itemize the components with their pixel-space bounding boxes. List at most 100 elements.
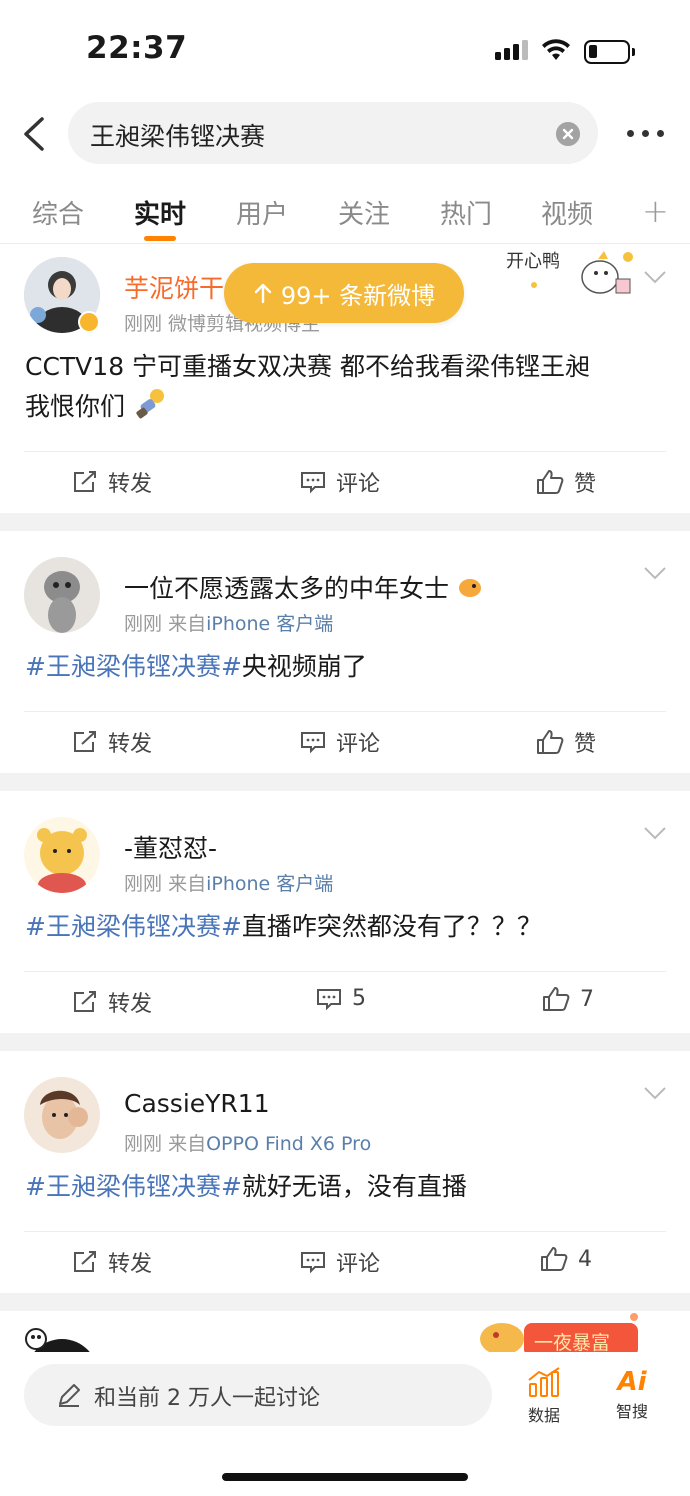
verified-badge-icon bbox=[78, 311, 100, 333]
topic-link[interactable]: #王昶梁伟铿决赛# bbox=[25, 912, 242, 941]
topic-link[interactable]: #王昶梁伟铿决赛# bbox=[25, 1172, 242, 1201]
search-query: 王昶梁伟铿决赛 bbox=[90, 122, 266, 151]
emoji-icon bbox=[136, 389, 164, 419]
thumbs-up-icon bbox=[537, 470, 564, 494]
like-button[interactable]: 赞 bbox=[536, 726, 596, 758]
promo-banner[interactable]: 一夜暴富 bbox=[474, 1311, 642, 1357]
data-button[interactable]: 数据 bbox=[514, 1366, 574, 1426]
pencil-icon bbox=[59, 1384, 80, 1407]
post-content: CCTV18 宁可重播女双决赛 都不给我看梁伟铿王昶 我恨你们 bbox=[25, 347, 665, 427]
more-options-icon[interactable] bbox=[627, 130, 664, 137]
tab-bar: 综合 实时 用户 关注 热门 视频 + bbox=[0, 180, 690, 244]
chevron-down-icon[interactable] bbox=[643, 1085, 667, 1101]
repost-button[interactable]: 转发 bbox=[72, 1246, 152, 1278]
tab-comprehensive[interactable]: 综合 bbox=[32, 194, 84, 231]
post-text: 央视频崩了 bbox=[241, 652, 367, 681]
wifi-icon bbox=[542, 39, 570, 60]
fish-emoji-icon bbox=[458, 579, 481, 597]
post-actions: 转发 5 7 bbox=[24, 971, 666, 1033]
ai-search-button[interactable]: Ai 智搜 bbox=[602, 1366, 662, 1422]
comment-count: 5 bbox=[352, 986, 366, 1011]
post-actions: 转发 评论 赞 bbox=[24, 451, 666, 513]
chevron-down-icon[interactable] bbox=[643, 825, 667, 841]
data-label: 数据 bbox=[527, 1406, 560, 1425]
repost-button[interactable]: 转发 bbox=[72, 986, 152, 1018]
post-meta: 刚刚 来自iPhone 客户端 bbox=[124, 613, 334, 635]
post-actions: 转发 评论 赞 bbox=[24, 711, 666, 773]
post-card[interactable]: 一位不愿透露太多的中年女士 刚刚 来自iPhone 客户端 #王昶梁伟铿决赛#央… bbox=[0, 531, 690, 773]
post-actions: 转发 评论 4 bbox=[24, 1231, 666, 1293]
thumbs-up-icon bbox=[543, 987, 570, 1011]
tab-hot[interactable]: 热门 bbox=[440, 194, 492, 231]
comment-button[interactable]: 评论 bbox=[300, 726, 380, 758]
cellular-signal-icon bbox=[495, 40, 528, 60]
post-content: #王昶梁伟铿决赛#央视频崩了 bbox=[25, 647, 665, 687]
repost-label: 转发 bbox=[108, 472, 153, 497]
status-bar: 22:37 bbox=[0, 0, 690, 100]
like-label: 赞 bbox=[574, 472, 597, 497]
avatar[interactable] bbox=[24, 557, 100, 633]
post-meta: 刚刚 来自iPhone 客户端 bbox=[124, 873, 334, 895]
avatar[interactable] bbox=[24, 817, 100, 893]
post-separator bbox=[0, 773, 690, 791]
post-text: 直播咋突然都没有了？？？ bbox=[241, 912, 542, 941]
clear-icon[interactable] bbox=[556, 122, 580, 146]
new-posts-button[interactable]: 99+ 条新微博 bbox=[224, 263, 464, 323]
comment-icon bbox=[301, 1252, 325, 1274]
promo-banner-text: 一夜暴富 bbox=[534, 1332, 610, 1354]
ai-icon: Ai bbox=[617, 1367, 647, 1397]
like-button[interactable]: 4 bbox=[540, 1246, 592, 1272]
repost-button[interactable]: 转发 bbox=[72, 726, 152, 758]
post-text: 就好无语，没有直播 bbox=[241, 1172, 467, 1201]
post-source[interactable]: iPhone 客户端 bbox=[206, 613, 333, 635]
post-source[interactable]: OPPO Find X6 Pro bbox=[206, 1133, 371, 1155]
author-name[interactable]: 芋泥饼干 bbox=[124, 269, 224, 305]
comment-button[interactable]: 评论 bbox=[300, 1246, 380, 1278]
avatar[interactable] bbox=[24, 1077, 100, 1153]
ai-label: 智搜 bbox=[615, 1402, 648, 1421]
post-source[interactable]: iPhone 客户端 bbox=[206, 873, 333, 895]
comment-icon bbox=[301, 472, 325, 494]
post-separator bbox=[0, 1033, 690, 1051]
chevron-down-icon[interactable] bbox=[643, 565, 667, 581]
tab-following[interactable]: 关注 bbox=[338, 194, 390, 231]
active-tab-indicator bbox=[144, 236, 176, 241]
like-count: 7 bbox=[580, 986, 594, 1012]
chevron-down-icon[interactable] bbox=[643, 269, 667, 285]
discuss-placeholder: 和当前 2 万人一起讨论 bbox=[94, 1386, 320, 1411]
post-text-line2: 我恨你们 bbox=[25, 392, 126, 421]
like-button[interactable]: 7 bbox=[542, 986, 594, 1012]
post-separator bbox=[0, 1293, 690, 1311]
sticker-text: 开心鸭 bbox=[506, 251, 560, 272]
post-card[interactable]: -董怼怼- 刚刚 来自iPhone 客户端 #王昶梁伟铿决赛#直播咋突然都没有了… bbox=[0, 791, 690, 1033]
add-tab-icon[interactable]: + bbox=[642, 192, 669, 230]
topic-link[interactable]: #王昶梁伟铿决赛# bbox=[25, 652, 242, 681]
bottom-bar: 和当前 2 万人一起讨论 数据 Ai 智搜 bbox=[0, 1352, 690, 1496]
home-indicator bbox=[222, 1473, 468, 1481]
like-button[interactable]: 赞 bbox=[536, 466, 596, 498]
author-name[interactable]: CassieYR11 bbox=[124, 1089, 270, 1118]
comment-icon bbox=[317, 988, 341, 1010]
tab-video[interactable]: 视频 bbox=[541, 194, 593, 231]
comment-icon bbox=[301, 732, 325, 754]
post-card[interactable]: CassieYR11 刚刚 来自OPPO Find X6 Pro #王昶梁伟铿决… bbox=[0, 1051, 690, 1293]
back-arrow-icon[interactable] bbox=[20, 116, 48, 152]
post-separator bbox=[0, 513, 690, 531]
comment-label: 评论 bbox=[336, 472, 381, 497]
post-meta: 刚刚 来自OPPO Find X6 Pro bbox=[124, 1133, 372, 1155]
search-input[interactable]: 王昶梁伟铿决赛 bbox=[68, 102, 598, 164]
repost-button[interactable]: 转发 bbox=[72, 466, 152, 498]
tab-realtime[interactable]: 实时 bbox=[134, 194, 186, 231]
battery-icon bbox=[584, 40, 635, 64]
author-name[interactable]: 一位不愿透露太多的中年女士 bbox=[124, 569, 483, 605]
discuss-input[interactable]: 和当前 2 万人一起讨论 bbox=[24, 1364, 492, 1426]
repost-icon bbox=[74, 471, 96, 492]
comment-button[interactable]: 5 bbox=[316, 986, 366, 1011]
chart-icon bbox=[528, 1367, 560, 1397]
tab-users[interactable]: 用户 bbox=[236, 194, 288, 231]
author-name[interactable]: -董怼怼- bbox=[124, 829, 217, 865]
thumbs-up-icon bbox=[541, 1247, 568, 1271]
comment-button[interactable]: 评论 bbox=[300, 466, 380, 498]
post-text-line1: CCTV18 宁可重播女双决赛 都不给我看梁伟铿王昶 bbox=[25, 352, 590, 381]
repost-icon bbox=[74, 991, 96, 1012]
